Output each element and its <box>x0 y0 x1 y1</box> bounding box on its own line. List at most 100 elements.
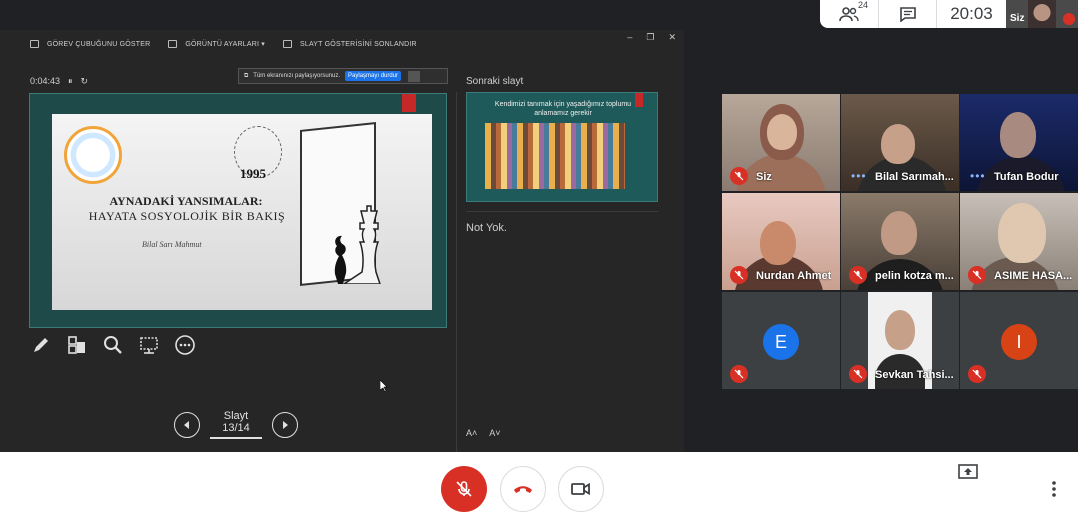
camera-icon <box>571 482 590 496</box>
share-icon: ⧉ <box>244 72 249 79</box>
hang-up-icon <box>514 486 532 493</box>
hide-sharebar-button[interactable] <box>408 70 421 82</box>
panel-divider <box>456 92 457 452</box>
window-controls: – ❐ ✕ <box>627 32 676 43</box>
presenter-toolbar: GÖREV ÇUBUĞUNU GÖSTER GÖRÜNTÜ AYARLARI ▾… <box>0 30 684 58</box>
next-slide-button[interactable] <box>272 411 298 438</box>
people-icon <box>839 7 859 22</box>
screen-share-bar: ⧉ Tüm ekranınızı paylaşıyorsunuz. Paylaş… <box>238 68 448 84</box>
participant-name: pelin kotza m... <box>875 270 954 282</box>
participant-tile[interactable]: Siz <box>722 94 840 191</box>
mic-off-icon <box>849 365 867 383</box>
slides-grid-icon[interactable] <box>66 334 88 356</box>
display-settings-button[interactable]: GÖRÜNTÜ AYARLARI ▾ <box>168 40 265 48</box>
font-larger-button[interactable]: A˄ <box>466 428 477 438</box>
chess-pieces-icon <box>322 205 381 284</box>
person-face <box>767 114 797 150</box>
display-settings-label: GÖRÜNTÜ AYARLARI ▾ <box>185 41 265 48</box>
current-slide: 1995 AYNADAKİ YANSIMALAR: HAYATA SOSYOLO… <box>29 93 447 328</box>
reset-icon[interactable]: ↻ <box>81 76 89 87</box>
person-head <box>1000 112 1036 158</box>
arrow-right-icon <box>283 420 288 429</box>
person-head <box>881 124 915 164</box>
participant-tile[interactable]: I <box>960 292 1078 389</box>
close-icon[interactable]: ✕ <box>668 32 676 43</box>
next-slide-text: Kendimizi tanımak için yaşadığımız toplu… <box>494 101 632 117</box>
slide-content: 1995 AYNADAKİ YANSIMALAR: HAYATA SOSYOLO… <box>52 114 432 310</box>
participants-count: 24 <box>858 0 869 10</box>
slideshow-timer: 0:04:43 ⏸ ↻ <box>30 76 88 87</box>
notes-separator <box>466 211 658 212</box>
slide-navigation: Slayt 13/14 <box>174 410 298 439</box>
participant-tile[interactable]: ••• Tufan Bodur <box>960 94 1078 191</box>
pause-icon[interactable]: ⏸ <box>68 76 73 87</box>
chat-button[interactable] <box>878 0 936 28</box>
speaking-indicator-icon: ••• <box>851 169 867 183</box>
toggle-camera-button[interactable] <box>558 466 604 512</box>
stop-sharing-button[interactable]: Paylaşmayı durdur <box>345 71 402 81</box>
mic-off-icon <box>730 266 748 284</box>
participants-button[interactable]: 24 <box>820 0 878 28</box>
mic-off-icon <box>968 365 986 383</box>
more-options-icon[interactable] <box>1046 480 1062 498</box>
show-taskbar-button[interactable]: GÖREV ÇUBUĞUNU GÖSTER <box>30 40 150 48</box>
display-icon <box>168 40 178 48</box>
person-head <box>998 203 1046 263</box>
self-label: Siz <box>1010 13 1025 24</box>
person-head <box>881 211 917 255</box>
speaking-indicator-icon: ••• <box>970 169 986 183</box>
participant-avatar: E <box>763 324 799 360</box>
mic-off-icon <box>1063 13 1075 25</box>
participant-name: Tufan Bodur <box>994 171 1059 183</box>
present-screen-icon[interactable] <box>958 464 978 480</box>
participant-name: Siz <box>756 171 772 183</box>
slide-counter[interactable]: Slayt 13/14 <box>210 410 262 439</box>
slide-year: 1995 <box>240 166 266 181</box>
slide-tools <box>30 334 196 356</box>
end-slideshow-button[interactable]: SLAYT GÖSTERİSİNİ SONLANDIR <box>282 40 417 48</box>
participant-tile[interactable]: ••• Bilal Sarımah... <box>841 94 959 191</box>
arrow-left-icon <box>184 420 189 429</box>
pen-icon[interactable] <box>30 334 52 356</box>
university-logo-icon <box>64 126 122 184</box>
font-smaller-button[interactable]: A˅ <box>489 428 500 438</box>
participant-tile[interactable]: E <box>722 292 840 389</box>
participant-name: ASIME HASA... <box>994 270 1073 282</box>
share-text: Tüm ekranınızı paylaşıyorsunuz. <box>253 73 341 79</box>
crowd-image <box>485 123 625 189</box>
participant-name: Sevkan Tahsi... <box>875 369 954 381</box>
zoom-icon[interactable] <box>102 334 124 356</box>
participant-name: Bilal Sarımah... <box>875 171 954 183</box>
end-icon <box>282 40 292 48</box>
leave-call-button[interactable] <box>500 466 546 512</box>
timer-value: 0:04:43 <box>30 76 61 86</box>
self-preview[interactable]: Siz <box>1006 0 1078 28</box>
slide-accent <box>402 94 416 112</box>
next-slide-preview[interactable]: Kendimizi tanımak için yaşadığımız toplu… <box>466 92 658 202</box>
mic-off-icon <box>968 266 986 284</box>
mic-off-icon <box>849 266 867 284</box>
slide-title-line2: HAYATA SOSYOLOJİK BİR BAKIŞ <box>88 209 286 223</box>
screen-black-icon[interactable] <box>138 334 160 356</box>
mic-off-icon <box>730 365 748 383</box>
participant-tile[interactable]: Sevkan Tahsi... <box>841 292 959 389</box>
previous-slide-button[interactable] <box>174 411 200 438</box>
taskbar-icon <box>30 40 39 48</box>
participant-tile[interactable]: ASIME HASA... <box>960 193 1078 290</box>
end-slideshow-label: SLAYT GÖSTERİSİNİ SONLANDIR <box>299 40 417 48</box>
restore-icon[interactable]: ❐ <box>646 32 654 43</box>
participant-name: Nurdan Ahmet <box>756 270 832 282</box>
more-options-icon[interactable] <box>174 334 196 356</box>
toggle-mic-button[interactable] <box>441 466 487 512</box>
minimize-icon[interactable]: – <box>627 32 632 43</box>
person-head <box>885 310 915 350</box>
slide-author: Bilal Sarı Mahmut <box>142 240 202 249</box>
participant-tile[interactable]: pelin kotza m... <box>841 193 959 290</box>
participant-tile[interactable]: Nurdan Ahmet <box>722 193 840 290</box>
speaker-notes: Not Yok. <box>466 222 507 234</box>
participant-avatar: I <box>1001 324 1037 360</box>
slide-title-line1: AYNADAKİ YANSIMALAR: <box>109 194 263 208</box>
mic-off-icon <box>456 481 472 497</box>
next-slide-label: Sonraki slayt <box>466 76 524 87</box>
self-video <box>1028 0 1056 28</box>
